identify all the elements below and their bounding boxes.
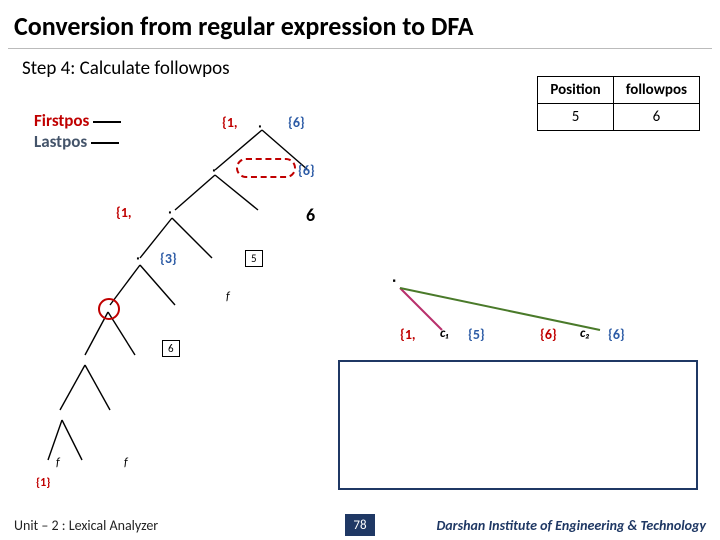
box-6: 6: [162, 340, 180, 357]
leaf-f1: f: [226, 290, 230, 304]
page-title: Conversion from regular expression to DF…: [0, 0, 720, 48]
syntax-tree: ∙ {1, {6} ∙ {6} ∙ {1, 6 ∙ {3} 5 f 6 f f …: [0, 100, 720, 500]
circle-node: [98, 298, 120, 320]
hatch-oval: [236, 158, 296, 178]
footer-unit: Unit – 2 : Lexical Analyzer: [0, 517, 158, 534]
ov-mid-set: {6}: [540, 326, 557, 343]
footer-page-number: 78: [345, 514, 375, 536]
n4-lastpos: {3}: [160, 250, 177, 267]
ov-left-set: {1,: [400, 326, 416, 343]
ov-c2-set: {6}: [608, 326, 625, 343]
box-5: 5: [245, 250, 263, 267]
n2-lastpos: {6}: [298, 162, 315, 179]
leaf-f3: f: [124, 456, 128, 470]
n3-firstpos: {1,: [116, 204, 132, 221]
n2-dot: ∙: [212, 162, 216, 179]
slide: Conversion from regular expression to DF…: [0, 0, 720, 540]
ov-c1: c₁: [440, 326, 449, 341]
ov-c2: c₂: [580, 326, 590, 341]
overlay-panel: [338, 360, 698, 490]
n3-dot: ∙: [168, 204, 172, 221]
footer-institute: Darshan Institute of Engineering & Techn…: [436, 517, 720, 534]
footer: Unit – 2 : Lexical Analyzer 78 Darshan I…: [0, 510, 720, 540]
root-firstpos: {1,: [222, 114, 238, 131]
n4-dot: ∙: [136, 250, 140, 267]
pos-6: 6: [306, 204, 315, 226]
leaf-set-1: {1}: [36, 476, 50, 490]
root-lastpos: {6}: [288, 114, 305, 131]
overlay-root-dot: ∙: [392, 272, 396, 291]
root-dot: ∙: [258, 118, 262, 135]
ov-c1-set: {5}: [468, 326, 485, 343]
leaf-f2: f: [56, 456, 60, 470]
